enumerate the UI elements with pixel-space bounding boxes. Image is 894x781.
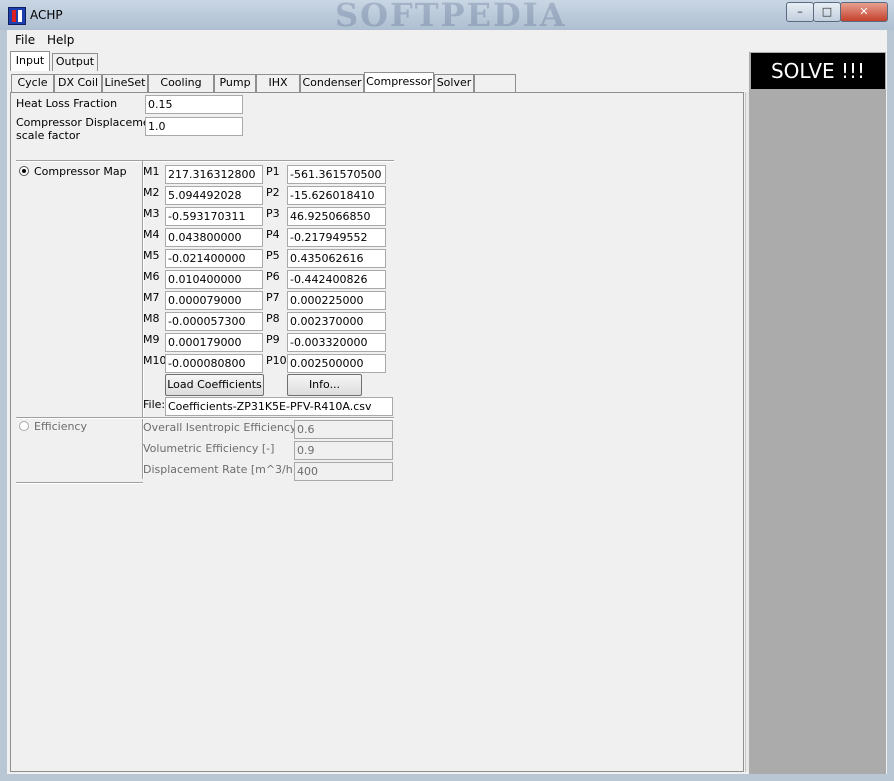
coeff-field-m6[interactable]: 0.010400000 — [165, 270, 263, 289]
coeff-label-p3: P3 — [266, 207, 280, 220]
coeff-label-m4: M4 — [143, 228, 160, 241]
coeff-field-p4[interactable]: -0.217949552 — [287, 228, 386, 247]
coeff-field-p8[interactable]: 0.002370000 — [287, 312, 386, 331]
tab-pump[interactable]: Pump — [214, 74, 256, 92]
displacement-scale-label-2: scale factor — [16, 129, 81, 142]
efficiency-label[interactable]: Efficiency — [34, 420, 87, 433]
tab-cycle[interactable]: Cycle — [11, 74, 54, 92]
coeff-field-p1[interactable]: -561.361570500 — [287, 165, 386, 184]
overall-efficiency-label: Overall Isentropic Efficiency [-] — [143, 421, 313, 434]
coeff-field-p5[interactable]: 0.435062616 — [287, 249, 386, 268]
map-separator-top — [16, 160, 394, 162]
title-bar: ACHP SOFTPEDIA – □ ✕ — [0, 0, 894, 34]
client-area: Input Output Cycle DX Coil LineSet Cooli… — [7, 50, 887, 774]
coeff-label-p8: P8 — [266, 312, 280, 325]
coeff-label-p1: P1 — [266, 165, 280, 178]
tab-compressor[interactable]: Compressor — [364, 72, 434, 93]
coeff-label-m3: M3 — [143, 207, 160, 220]
solve-button[interactable]: SOLVE !!! — [751, 53, 885, 89]
volumetric-efficiency-field[interactable]: 0.9 — [294, 441, 393, 460]
compressor-panel: Heat Loss Fraction 0.15 Compressor Displ… — [10, 92, 744, 772]
coeff-field-p10[interactable]: 0.002500000 — [287, 354, 386, 373]
tab-dx-coil[interactable]: DX Coil — [54, 74, 102, 92]
tab-empty[interactable] — [474, 74, 516, 92]
coeff-field-p2[interactable]: -15.626018410 — [287, 186, 386, 205]
volumetric-efficiency-label: Volumetric Efficiency [-] — [143, 442, 275, 455]
efficiency-radio[interactable] — [19, 421, 29, 431]
coeff-label-p5: P5 — [266, 249, 280, 262]
tab-condenser[interactable]: Condenser — [300, 74, 364, 92]
coeff-field-m3[interactable]: -0.593170311 — [165, 207, 263, 226]
coeff-field-m4[interactable]: 0.043800000 — [165, 228, 263, 247]
info-button[interactable]: Info... — [287, 374, 362, 396]
tab-input[interactable]: Input — [10, 51, 50, 71]
app-icon — [8, 7, 26, 25]
overall-efficiency-field[interactable]: 0.6 — [294, 420, 393, 439]
coeff-field-m1[interactable]: 217.316312800 — [165, 165, 263, 184]
coeff-field-p6[interactable]: -0.442400826 — [287, 270, 386, 289]
heat-loss-field[interactable]: 0.15 — [145, 95, 243, 114]
displacement-scale-label-1: Compressor Displacement — [16, 116, 161, 129]
displacement-scale-field[interactable]: 1.0 — [145, 117, 243, 136]
coeff-field-m10[interactable]: -0.000080800 — [165, 354, 263, 373]
coeff-label-p10: P10 — [266, 354, 287, 367]
menu-file[interactable]: File — [15, 33, 35, 47]
tab-cooling-coil[interactable]: Cooling Coil — [148, 74, 214, 105]
coeff-label-p4: P4 — [266, 228, 280, 241]
coeff-field-m2[interactable]: 5.094492028 — [165, 186, 263, 205]
coeff-field-m7[interactable]: 0.000079000 — [165, 291, 263, 310]
coeff-label-p2: P2 — [266, 186, 280, 199]
compressor-map-label[interactable]: Compressor Map — [34, 165, 127, 178]
coeff-label-m9: M9 — [143, 333, 160, 346]
compressor-map-radio[interactable] — [19, 166, 29, 176]
coeff-label-p9: P9 — [266, 333, 280, 346]
maximize-button[interactable]: □ — [813, 2, 841, 22]
window-title: ACHP — [30, 8, 63, 22]
menu-bar: File Help — [7, 30, 887, 51]
coeff-label-m2: M2 — [143, 186, 160, 199]
coeff-field-p3[interactable]: 46.925066850 — [287, 207, 386, 226]
close-button[interactable]: ✕ — [840, 2, 888, 22]
displacement-rate-field[interactable]: 400 — [294, 462, 393, 481]
right-pane — [749, 52, 886, 774]
efficiency-separator — [16, 417, 394, 419]
coeff-field-m8[interactable]: -0.000057300 — [165, 312, 263, 331]
heat-loss-label: Heat Loss Fraction — [16, 97, 118, 110]
menu-help[interactable]: Help — [47, 33, 74, 47]
tab-ihx[interactable]: IHX — [256, 74, 300, 92]
displacement-rate-label: Displacement Rate [m^3/h] — [143, 463, 298, 476]
watermark: SOFTPEDIA — [335, 0, 567, 34]
group-bottom-line — [16, 482, 143, 484]
tab-lineset[interactable]: LineSet — [102, 74, 148, 92]
coeff-label-m5: M5 — [143, 249, 160, 262]
coeff-label-m10: M10 — [143, 354, 167, 367]
coeff-label-m7: M7 — [143, 291, 160, 304]
tab-output[interactable]: Output — [52, 53, 98, 71]
coeff-field-p7[interactable]: 0.000225000 — [287, 291, 386, 310]
coeff-field-p9[interactable]: -0.003320000 — [287, 333, 386, 352]
file-path-field[interactable]: Coefficients-ZP31K5E-PFV-R410A.csv — [165, 397, 393, 416]
coeff-label-p6: P6 — [266, 270, 280, 283]
load-coefficients-button[interactable]: Load Coefficients — [165, 374, 264, 396]
coeff-label-p7: P7 — [266, 291, 280, 304]
coeff-label-m8: M8 — [143, 312, 160, 325]
coeff-label-m1: M1 — [143, 165, 160, 178]
coeff-field-m5[interactable]: -0.021400000 — [165, 249, 263, 268]
file-label: File: — [143, 398, 166, 411]
coeff-field-m9[interactable]: 0.000179000 — [165, 333, 263, 352]
minimize-button[interactable]: – — [786, 2, 814, 22]
coeff-label-m6: M6 — [143, 270, 160, 283]
tab-solver[interactable]: Solver — [434, 74, 474, 92]
